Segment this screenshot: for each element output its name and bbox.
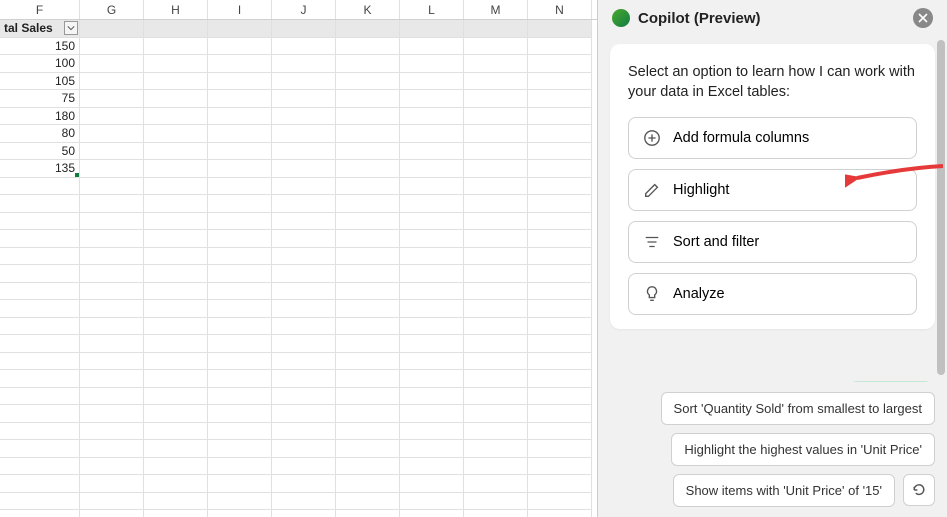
plus-circle-icon bbox=[643, 129, 661, 147]
add-formula-columns-button[interactable]: Add formula columns bbox=[628, 117, 917, 159]
spreadsheet-area[interactable]: F G H I J K L M N tal Sales 150 100 10 bbox=[0, 0, 598, 517]
data-cell[interactable]: 75 bbox=[0, 90, 80, 108]
col-header-J[interactable]: J bbox=[272, 0, 336, 19]
option-label: Sort and filter bbox=[673, 234, 759, 250]
lightbulb-icon bbox=[643, 285, 661, 303]
option-label: Add formula columns bbox=[673, 130, 809, 146]
col-header-G[interactable]: G bbox=[80, 0, 144, 19]
data-cell[interactable]: 100 bbox=[0, 55, 80, 73]
option-label: Highlight bbox=[673, 182, 729, 198]
user-message: Highlight bbox=[847, 381, 935, 382]
header-text: tal Sales bbox=[4, 21, 53, 35]
refresh-icon[interactable] bbox=[903, 474, 935, 506]
intro-text: Select an option to learn how I can work… bbox=[628, 62, 917, 103]
column-headers: F G H I J K L M N bbox=[0, 0, 597, 20]
sort-filter-button[interactable]: Sort and filter bbox=[628, 221, 917, 263]
copilot-logo-icon bbox=[612, 9, 630, 27]
grid[interactable]: tal Sales 150 100 105 75 180 80 50 135 /… bbox=[0, 20, 597, 517]
data-cell[interactable]: 180 bbox=[0, 108, 80, 126]
col-header-F[interactable]: F bbox=[0, 0, 80, 19]
data-cell[interactable]: 135 bbox=[0, 160, 80, 178]
suggestion-show-items[interactable]: Show items with 'Unit Price' of '15' bbox=[673, 474, 895, 507]
data-cell[interactable]: 80 bbox=[0, 125, 80, 143]
pen-icon bbox=[643, 181, 661, 199]
table-header-cell[interactable]: tal Sales bbox=[0, 20, 80, 38]
analyze-button[interactable]: Analyze bbox=[628, 273, 917, 315]
callout-arrow-icon bbox=[845, 162, 945, 192]
panel-title: Copilot (Preview) bbox=[638, 10, 761, 27]
copilot-panel: Copilot (Preview) Select an option to le… bbox=[598, 0, 947, 517]
col-header-H[interactable]: H bbox=[144, 0, 208, 19]
col-header-N[interactable]: N bbox=[528, 0, 592, 19]
sort-icon bbox=[643, 233, 661, 251]
selection-handle-icon[interactable] bbox=[75, 173, 80, 178]
close-icon[interactable] bbox=[913, 8, 933, 28]
suggestion-sort[interactable]: Sort 'Quantity Sold' from smallest to la… bbox=[661, 392, 935, 425]
data-cell[interactable]: 50 bbox=[0, 143, 80, 161]
option-label: Analyze bbox=[673, 286, 725, 302]
suggestion-chips: Sort 'Quantity Sold' from smallest to la… bbox=[598, 382, 947, 517]
col-header-I[interactable]: I bbox=[208, 0, 272, 19]
col-header-M[interactable]: M bbox=[464, 0, 528, 19]
panel-header: Copilot (Preview) bbox=[598, 0, 947, 38]
suggestion-highlight[interactable]: Highlight the highest values in 'Unit Pr… bbox=[671, 433, 935, 466]
data-cell[interactable]: 105 bbox=[0, 73, 80, 91]
col-header-K[interactable]: K bbox=[336, 0, 400, 19]
col-header-L[interactable]: L bbox=[400, 0, 464, 19]
data-cell[interactable]: 150 bbox=[0, 38, 80, 56]
filter-dropdown-icon[interactable] bbox=[64, 21, 78, 35]
copilot-message-card: Select an option to learn how I can work… bbox=[610, 44, 935, 329]
